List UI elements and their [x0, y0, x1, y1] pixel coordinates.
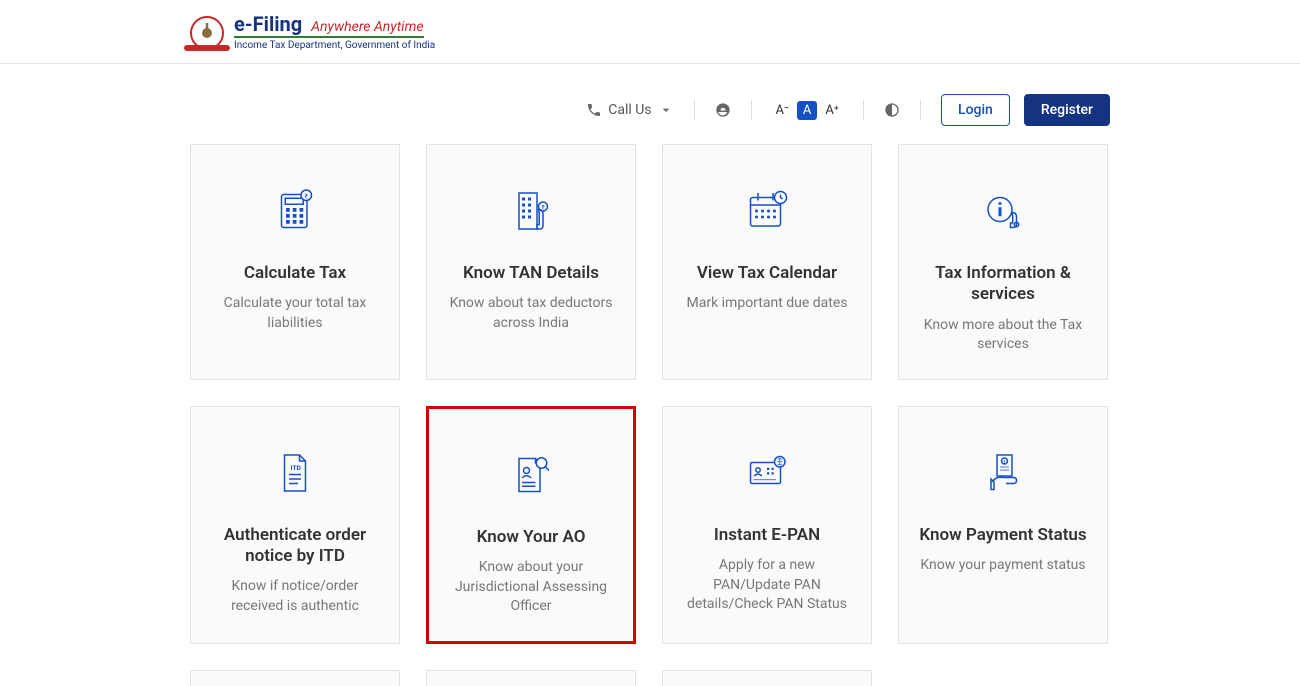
card-tax-information-services[interactable]: ₹ Tax Information & services Know more a…: [898, 144, 1108, 380]
brand-subtitle: Income Tax Department, Government of Ind…: [234, 40, 435, 51]
divider: [751, 100, 752, 120]
card-title: Know Payment Status: [919, 525, 1086, 546]
card-desc: Know if notice/order received is authent…: [207, 577, 383, 616]
call-us-label: Call Us: [608, 102, 651, 118]
card-desc: Know about your Jurisdictional Assessing…: [445, 558, 617, 617]
service-cards-row-2: ITD Authenticate order notice by ITD Kno…: [0, 406, 1300, 644]
divider: [920, 100, 921, 120]
building-icon: ₹: [507, 187, 555, 235]
card-desc: Know your payment status: [920, 556, 1085, 576]
logo[interactable]: e-Filing Anywhere Anytime Income Tax Dep…: [0, 14, 1300, 51]
card-know-payment-status[interactable]: ₹ Know Payment Status Know your payment …: [898, 406, 1108, 644]
card-desc: Apply for a new PAN/Update PAN details/C…: [679, 556, 855, 615]
card-title: Tax Information & services: [915, 263, 1091, 306]
contrast-icon: [884, 102, 900, 118]
card-desc: Know about tax deductors across India: [443, 294, 619, 333]
brand-divider: [234, 36, 424, 38]
card-title: Instant E-PAN: [714, 525, 820, 546]
card-instant-epan[interactable]: Instant E-PAN Apply for a new PAN/Update…: [662, 406, 872, 644]
register-button[interactable]: Register: [1024, 94, 1110, 126]
font-size-controls: A⁻ A A⁺: [772, 101, 844, 120]
service-cards-row-1: ₹ Calculate Tax Calculate your total tax…: [0, 144, 1300, 380]
card-partial-1[interactable]: [190, 670, 400, 686]
card-desc: Mark important due dates: [687, 294, 848, 314]
chevron-down-icon: [658, 102, 674, 118]
svg-text:₹: ₹: [305, 192, 309, 200]
svg-text:₹: ₹: [541, 205, 544, 212]
font-normal-button[interactable]: A: [797, 101, 817, 120]
card-title: Know TAN Details: [463, 263, 599, 284]
call-us-link[interactable]: Call Us: [586, 102, 673, 118]
login-button[interactable]: Login: [941, 94, 1010, 126]
contrast-toggle[interactable]: [884, 102, 900, 118]
card-partial-2[interactable]: [426, 670, 636, 686]
globe-icon: [715, 102, 731, 118]
document-search-icon: [507, 451, 555, 499]
utility-bar: Call Us A⁻ A A⁺ Login Register: [0, 70, 1300, 144]
card-title: Authenticate order notice by ITD: [207, 525, 383, 568]
card-calculate-tax[interactable]: ₹ Calculate Tax Calculate your total tax…: [190, 144, 400, 380]
language-switch[interactable]: [715, 102, 731, 118]
svg-text:ITD: ITD: [291, 464, 302, 472]
divider: [863, 100, 864, 120]
card-know-tan-details[interactable]: ₹ Know TAN Details Know about tax deduct…: [426, 144, 636, 380]
logo-text: e-Filing Anywhere Anytime Income Tax Dep…: [234, 14, 435, 51]
emblem-icon: [190, 16, 224, 50]
card-title: Know Your AO: [477, 527, 586, 548]
card-know-your-ao[interactable]: Know Your AO Know about your Jurisdictio…: [426, 406, 636, 644]
brand-main: e-Filing: [234, 12, 302, 36]
card-title: Calculate Tax: [244, 263, 346, 284]
document-icon: ITD: [271, 449, 319, 497]
card-desc: Calculate your total tax liabilities: [207, 294, 383, 333]
calculator-icon: ₹: [271, 187, 319, 235]
card-view-tax-calendar[interactable]: View Tax Calendar Mark important due dat…: [662, 144, 872, 380]
card-title: View Tax Calendar: [697, 263, 837, 284]
calendar-icon: [743, 187, 791, 235]
phone-icon: [586, 102, 602, 118]
card-authenticate-order[interactable]: ITD Authenticate order notice by ITD Kno…: [190, 406, 400, 644]
brand-tagline: Anywhere Anytime: [311, 19, 423, 35]
service-cards-row-3: [0, 670, 1300, 686]
info-icon: ₹: [979, 187, 1027, 235]
divider: [694, 100, 695, 120]
site-header: e-Filing Anywhere Anytime Income Tax Dep…: [0, 0, 1300, 64]
receipt-hand-icon: ₹: [979, 449, 1027, 497]
id-card-icon: [743, 449, 791, 497]
card-partial-3[interactable]: [662, 670, 872, 686]
font-decrease-button[interactable]: A⁻: [772, 101, 793, 120]
font-increase-button[interactable]: A⁺: [821, 101, 843, 120]
card-desc: Know more about the Tax services: [915, 316, 1091, 355]
ashoka-emblem-icon: [192, 18, 222, 48]
